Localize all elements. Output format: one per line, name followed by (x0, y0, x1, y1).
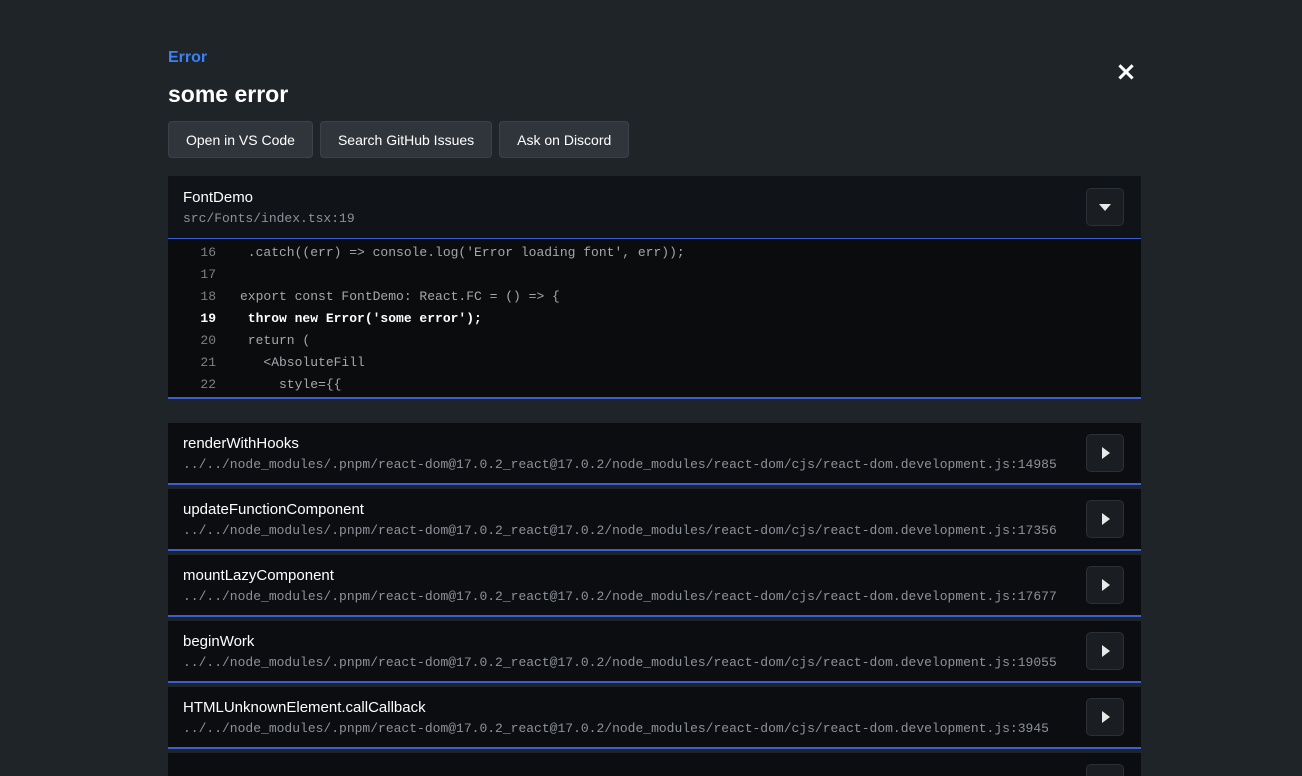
triangle-right-icon (1102, 579, 1110, 591)
expand-frame-button[interactable] (1086, 698, 1124, 736)
frame-function-name: HTMLUnknownElement.callCallback (183, 699, 1049, 717)
code-line: 16 .catch((err) => console.log('Error lo… (168, 242, 1141, 264)
line-number: 18 (168, 286, 216, 308)
line-text: <AbsoluteFill (216, 352, 365, 374)
line-text: return ( (216, 330, 310, 352)
code-line: 22 style={{ (168, 374, 1141, 396)
stack-frame: renderWithHooks ../../node_modules/.pnpm/… (168, 423, 1141, 485)
stack-frame: updateFunctionComponent ../../node_module… (168, 489, 1141, 551)
expand-frame-button[interactable] (1086, 434, 1124, 472)
stack-frame-info: beginWork ../../node_modules/.pnpm/react-… (183, 633, 1057, 670)
code-line: 18export const FontDemo: React.FC = () =… (168, 286, 1141, 308)
expand-frame-button[interactable] (1086, 632, 1124, 670)
stack-frame: beginWork ../../node_modules/.pnpm/react-… (168, 621, 1141, 683)
line-text: throw new Error('some error'); (216, 308, 482, 330)
line-text (216, 264, 240, 286)
triangle-right-icon (1102, 447, 1110, 459)
frame-source-location: ../../node_modules/.pnpm/react-dom@17.0.… (183, 589, 1057, 604)
code-line: 20 return ( (168, 330, 1141, 352)
frame-source-location: ../../node_modules/.pnpm/react-dom@17.0.… (183, 523, 1057, 538)
stack-frame (168, 753, 1141, 776)
frame-function-name: renderWithHooks (183, 435, 1057, 453)
line-text: style={{ (216, 374, 341, 396)
stack-frame-info: renderWithHooks ../../node_modules/.pnpm/… (183, 435, 1057, 472)
stack-frame-info: updateFunctionComponent ../../node_module… (183, 501, 1057, 538)
expand-frame-button[interactable] (1086, 764, 1124, 776)
line-number: 21 (168, 352, 216, 374)
frame-source-location: ../../node_modules/.pnpm/react-dom@17.0.… (183, 457, 1057, 472)
line-number: 16 (168, 242, 216, 264)
line-text: export const FontDemo: React.FC = () => … (216, 286, 560, 308)
triangle-right-icon (1102, 711, 1110, 723)
error-kicker-label: Error (168, 48, 1141, 67)
chevron-down-icon (1099, 204, 1111, 211)
collapse-snippet-button[interactable] (1086, 188, 1124, 226)
open-in-vscode-button[interactable]: Open in VS Code (168, 121, 313, 158)
frame-function-name: updateFunctionComponent (183, 501, 1057, 519)
stack-frame: mountLazyComponent ../../node_modules/.pn… (168, 555, 1141, 617)
stack-frame-info: HTMLUnknownElement.callCallback ../../nod… (183, 699, 1049, 736)
stack-frame: HTMLUnknownElement.callCallback ../../nod… (168, 687, 1141, 749)
code-line: 17 (168, 264, 1141, 286)
stack-frames-list: renderWithHooks ../../node_modules/.pnpm/… (168, 423, 1141, 776)
frame-function-name: FontDemo (183, 189, 355, 207)
code-line: 19 throw new Error('some error'); (168, 308, 1141, 330)
stack-frame-info: mountLazyComponent ../../node_modules/.pn… (183, 567, 1057, 604)
code-snippet: 16 .catch((err) => console.log('Error lo… (168, 239, 1141, 397)
frame-function-name: beginWork (183, 633, 1057, 651)
frame-source-location: ../../node_modules/.pnpm/react-dom@17.0.… (183, 655, 1057, 670)
line-number: 20 (168, 330, 216, 352)
code-line: 21 <AbsoluteFill (168, 352, 1141, 374)
source-frame-card: FontDemo src/Fonts/index.tsx:19 16 .catc… (168, 176, 1141, 399)
triangle-right-icon (1102, 513, 1110, 525)
line-number: 19 (168, 308, 216, 330)
frame-source-location: ../../node_modules/.pnpm/react-dom@17.0.… (183, 721, 1049, 736)
triangle-right-icon (1102, 645, 1110, 657)
error-message-title: some error (168, 81, 1141, 108)
ask-on-discord-button[interactable]: Ask on Discord (499, 121, 629, 158)
source-frame-header: FontDemo src/Fonts/index.tsx:19 (168, 176, 1141, 239)
source-frame-info: FontDemo src/Fonts/index.tsx:19 (183, 189, 355, 226)
search-github-issues-button[interactable]: Search GitHub Issues (320, 121, 492, 158)
line-number: 17 (168, 264, 216, 286)
line-number: 22 (168, 374, 216, 396)
frame-function-name: mountLazyComponent (183, 567, 1057, 585)
expand-frame-button[interactable] (1086, 566, 1124, 604)
line-text: .catch((err) => console.log('Error loadi… (216, 242, 685, 264)
expand-frame-button[interactable] (1086, 500, 1124, 538)
action-buttons-row: Open in VS Code Search GitHub Issues Ask… (168, 121, 1141, 158)
frame-source-location: src/Fonts/index.tsx:19 (183, 211, 355, 226)
error-overlay: Error some error Open in VS Code Search … (168, 48, 1141, 776)
